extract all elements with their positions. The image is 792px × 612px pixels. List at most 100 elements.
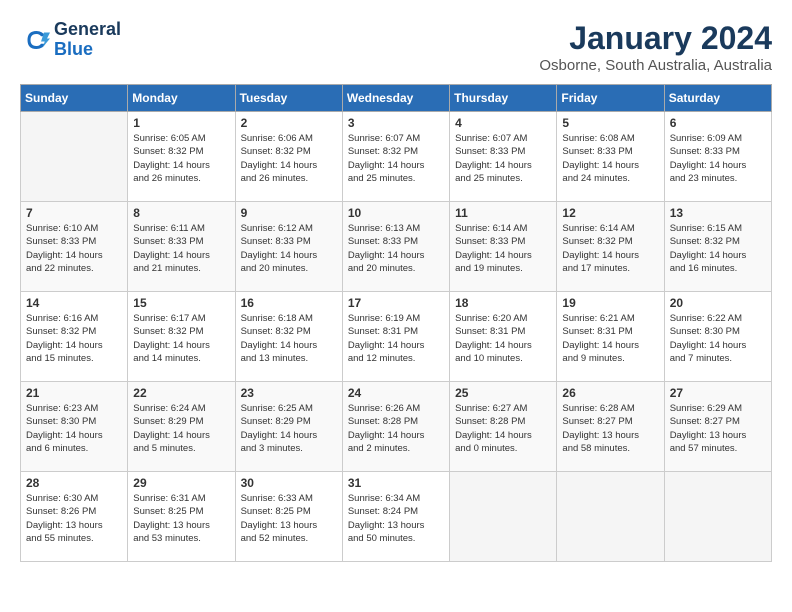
day-number: 21 xyxy=(26,386,122,400)
day-number: 2 xyxy=(241,116,337,130)
day-info: Sunrise: 6:13 AM Sunset: 8:33 PM Dayligh… xyxy=(348,222,444,275)
day-info: Sunrise: 6:15 AM Sunset: 8:32 PM Dayligh… xyxy=(670,222,766,275)
calendar-cell: 7Sunrise: 6:10 AM Sunset: 8:33 PM Daylig… xyxy=(21,202,128,292)
day-number: 20 xyxy=(670,296,766,310)
day-number: 22 xyxy=(133,386,229,400)
calendar-cell: 6 Sunrise: 6:09 AM Sunset: 8:33 PM Daylig… xyxy=(664,112,771,202)
calendar-cell: 16Sunrise: 6:18 AM Sunset: 8:32 PM Dayli… xyxy=(235,292,342,382)
calendar-cell: 13 Sunrise: 6:15 AM Sunset: 8:32 PM Dayli… xyxy=(664,202,771,292)
weekday-header: Tuesday xyxy=(235,85,342,112)
calendar-table: SundayMondayTuesdayWednesdayThursdayFrid… xyxy=(20,84,772,562)
day-number: 17 xyxy=(348,296,444,310)
day-info: Sunrise: 6:28 AM Sunset: 8:27 PM Dayligh… xyxy=(562,402,658,455)
day-info: Sunrise: 6:14 AM Sunset: 8:33 PM Dayligh… xyxy=(455,222,551,275)
day-info: Sunrise: 6:07 AM Sunset: 8:33 PM Dayligh… xyxy=(455,132,551,185)
calendar-cell xyxy=(21,112,128,202)
calendar-header-row: SundayMondayTuesdayWednesdayThursdayFrid… xyxy=(21,85,772,112)
day-info: Sunrise: 6:24 AM Sunset: 8:29 PM Dayligh… xyxy=(133,402,229,455)
day-number: 6 xyxy=(670,116,766,130)
calendar-cell: 29Sunrise: 6:31 AM Sunset: 8:25 PM Dayli… xyxy=(128,472,235,562)
calendar-cell: 23 Sunrise: 6:25 AM Sunset: 8:29 PM Dayli… xyxy=(235,382,342,472)
day-info: Sunrise: 6:33 AM Sunset: 8:25 PM Dayligh… xyxy=(241,492,337,545)
calendar-cell: 20 Sunrise: 6:22 AM Sunset: 8:30 PM Dayli… xyxy=(664,292,771,382)
calendar-cell: 17 Sunrise: 6:19 AM Sunset: 8:31 PM Dayli… xyxy=(342,292,449,382)
calendar-cell: 31 Sunrise: 6:34 AM Sunset: 8:24 PM Dayli… xyxy=(342,472,449,562)
calendar-cell xyxy=(450,472,557,562)
day-number: 11 xyxy=(455,206,551,220)
calendar-cell: 21Sunrise: 6:23 AM Sunset: 8:30 PM Dayli… xyxy=(21,382,128,472)
calendar-cell: 25 Sunrise: 6:27 AM Sunset: 8:28 PM Dayli… xyxy=(450,382,557,472)
calendar-cell: 9 Sunrise: 6:12 AM Sunset: 8:33 PM Daylig… xyxy=(235,202,342,292)
day-info: Sunrise: 6:08 AM Sunset: 8:33 PM Dayligh… xyxy=(562,132,658,185)
day-number: 25 xyxy=(455,386,551,400)
calendar-week-row: 1 Sunrise: 6:05 AM Sunset: 8:32 PM Daylig… xyxy=(21,112,772,202)
calendar-cell: 10Sunrise: 6:13 AM Sunset: 8:33 PM Dayli… xyxy=(342,202,449,292)
day-info: Sunrise: 6:05 AM Sunset: 8:32 PM Dayligh… xyxy=(133,132,229,185)
calendar-week-row: 21Sunrise: 6:23 AM Sunset: 8:30 PM Dayli… xyxy=(21,382,772,472)
calendar-cell: 1 Sunrise: 6:05 AM Sunset: 8:32 PM Daylig… xyxy=(128,112,235,202)
day-number: 1 xyxy=(133,116,229,130)
day-number: 14 xyxy=(26,296,122,310)
calendar-cell: 5 Sunrise: 6:08 AM Sunset: 8:33 PM Daylig… xyxy=(557,112,664,202)
day-info: Sunrise: 6:11 AM Sunset: 8:33 PM Dayligh… xyxy=(133,222,229,275)
day-info: Sunrise: 6:12 AM Sunset: 8:33 PM Dayligh… xyxy=(241,222,337,275)
day-info: Sunrise: 6:19 AM Sunset: 8:31 PM Dayligh… xyxy=(348,312,444,365)
day-info: Sunrise: 6:26 AM Sunset: 8:28 PM Dayligh… xyxy=(348,402,444,455)
day-info: Sunrise: 6:20 AM Sunset: 8:31 PM Dayligh… xyxy=(455,312,551,365)
day-info: Sunrise: 6:09 AM Sunset: 8:33 PM Dayligh… xyxy=(670,132,766,185)
calendar-cell: 14 Sunrise: 6:16 AM Sunset: 8:32 PM Dayli… xyxy=(21,292,128,382)
day-info: Sunrise: 6:27 AM Sunset: 8:28 PM Dayligh… xyxy=(455,402,551,455)
day-number: 27 xyxy=(670,386,766,400)
calendar-cell: 30 Sunrise: 6:33 AM Sunset: 8:25 PM Dayli… xyxy=(235,472,342,562)
calendar-cell: 11 Sunrise: 6:14 AM Sunset: 8:33 PM Dayli… xyxy=(450,202,557,292)
day-info: Sunrise: 6:25 AM Sunset: 8:29 PM Dayligh… xyxy=(241,402,337,455)
day-number: 28 xyxy=(26,476,122,490)
day-number: 5 xyxy=(562,116,658,130)
day-info: Sunrise: 6:10 AM Sunset: 8:33 PM Dayligh… xyxy=(26,222,122,275)
day-number: 31 xyxy=(348,476,444,490)
day-info: Sunrise: 6:06 AM Sunset: 8:32 PM Dayligh… xyxy=(241,132,337,185)
day-number: 30 xyxy=(241,476,337,490)
day-number: 12 xyxy=(562,206,658,220)
day-info: Sunrise: 6:21 AM Sunset: 8:31 PM Dayligh… xyxy=(562,312,658,365)
calendar-cell: 22 Sunrise: 6:24 AM Sunset: 8:29 PM Dayli… xyxy=(128,382,235,472)
day-number: 18 xyxy=(455,296,551,310)
calendar-week-row: 28Sunrise: 6:30 AM Sunset: 8:26 PM Dayli… xyxy=(21,472,772,562)
weekday-header: Sunday xyxy=(21,85,128,112)
day-number: 19 xyxy=(562,296,658,310)
logo-icon xyxy=(20,25,50,55)
weekday-header: Monday xyxy=(128,85,235,112)
weekday-header: Thursday xyxy=(450,85,557,112)
day-info: Sunrise: 6:29 AM Sunset: 8:27 PM Dayligh… xyxy=(670,402,766,455)
calendar-cell: 12Sunrise: 6:14 AM Sunset: 8:32 PM Dayli… xyxy=(557,202,664,292)
day-number: 8 xyxy=(133,206,229,220)
weekday-header: Saturday xyxy=(664,85,771,112)
calendar-cell: 2 Sunrise: 6:06 AM Sunset: 8:32 PM Daylig… xyxy=(235,112,342,202)
day-number: 3 xyxy=(348,116,444,130)
day-info: Sunrise: 6:34 AM Sunset: 8:24 PM Dayligh… xyxy=(348,492,444,545)
day-number: 26 xyxy=(562,386,658,400)
calendar-cell: 18 Sunrise: 6:20 AM Sunset: 8:31 PM Dayli… xyxy=(450,292,557,382)
day-info: Sunrise: 6:22 AM Sunset: 8:30 PM Dayligh… xyxy=(670,312,766,365)
day-info: Sunrise: 6:17 AM Sunset: 8:32 PM Dayligh… xyxy=(133,312,229,365)
calendar-cell: 15Sunrise: 6:17 AM Sunset: 8:32 PM Dayli… xyxy=(128,292,235,382)
weekday-header: Friday xyxy=(557,85,664,112)
calendar-cell: 4 Sunrise: 6:07 AM Sunset: 8:33 PM Daylig… xyxy=(450,112,557,202)
title-area: January 2024 Osborne, South Australia, A… xyxy=(539,20,772,74)
calendar-cell xyxy=(664,472,771,562)
day-number: 13 xyxy=(670,206,766,220)
calendar-cell: 27 Sunrise: 6:29 AM Sunset: 8:27 PM Dayli… xyxy=(664,382,771,472)
day-number: 29 xyxy=(133,476,229,490)
day-info: Sunrise: 6:16 AM Sunset: 8:32 PM Dayligh… xyxy=(26,312,122,365)
day-number: 9 xyxy=(241,206,337,220)
calendar-week-row: 14 Sunrise: 6:16 AM Sunset: 8:32 PM Dayli… xyxy=(21,292,772,382)
day-number: 23 xyxy=(241,386,337,400)
day-number: 4 xyxy=(455,116,551,130)
logo-text: General Blue xyxy=(54,20,121,60)
location: Osborne, South Australia, Australia xyxy=(539,57,772,74)
calendar-cell: 26 Sunrise: 6:28 AM Sunset: 8:27 PM Dayli… xyxy=(557,382,664,472)
calendar-cell: 8 Sunrise: 6:11 AM Sunset: 8:33 PM Daylig… xyxy=(128,202,235,292)
calendar-week-row: 7Sunrise: 6:10 AM Sunset: 8:33 PM Daylig… xyxy=(21,202,772,292)
page-header: General Blue January 2024 Osborne, South… xyxy=(20,20,772,74)
calendar-cell xyxy=(557,472,664,562)
